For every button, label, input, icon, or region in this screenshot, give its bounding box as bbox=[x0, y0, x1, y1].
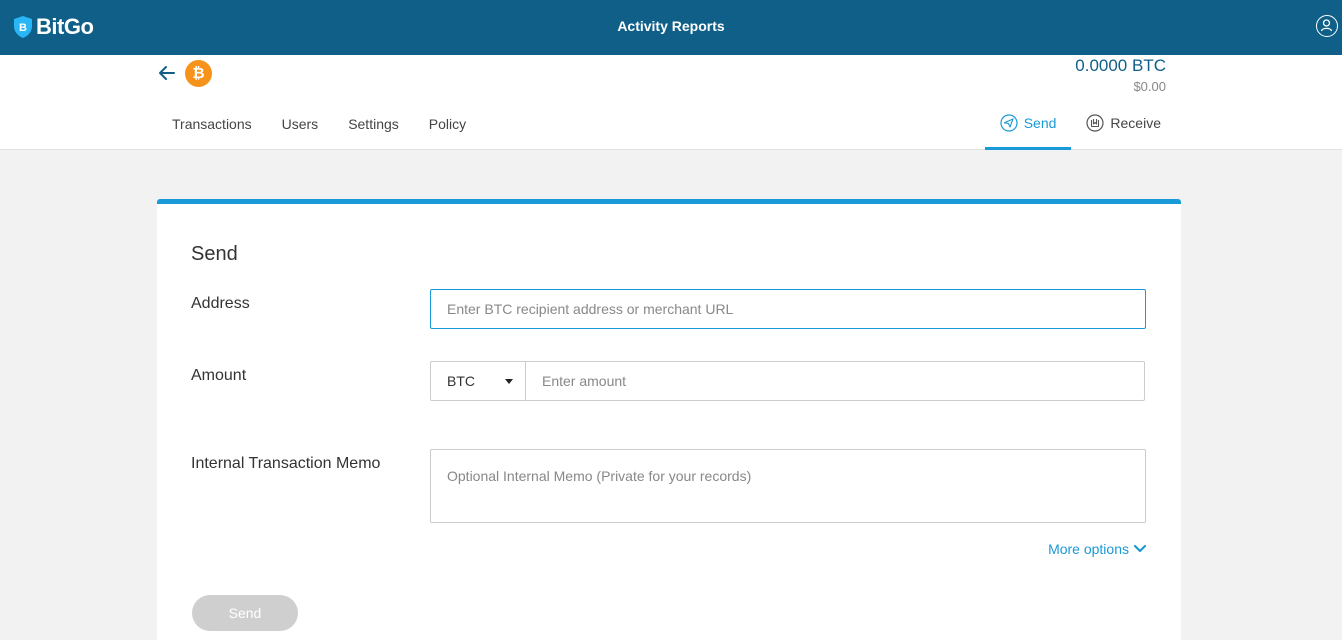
user-account-button[interactable] bbox=[1316, 15, 1338, 37]
wallet-header: ₿ 0.0000 BTC $0.00 Transactions Users Se… bbox=[0, 55, 1342, 150]
tab-users[interactable]: Users bbox=[267, 116, 334, 132]
send-tab-label: Send bbox=[1023, 115, 1057, 131]
tab-settings[interactable]: Settings bbox=[333, 116, 414, 132]
tab-transactions[interactable]: Transactions bbox=[157, 116, 267, 132]
user-icon bbox=[1320, 19, 1333, 32]
wallet-balance-usd: $0.00 bbox=[1133, 79, 1166, 94]
receive-icon bbox=[1086, 114, 1105, 132]
send-button[interactable]: Send bbox=[192, 595, 298, 631]
more-options-link[interactable]: More options bbox=[1048, 541, 1147, 557]
bitcoin-icon: ₿ bbox=[185, 60, 212, 87]
chevron-down-icon bbox=[1133, 544, 1147, 553]
amount-input[interactable] bbox=[525, 361, 1145, 401]
tab-policy[interactable]: Policy bbox=[414, 116, 481, 132]
wallet-nav: Transactions Users Settings Policy bbox=[157, 116, 481, 132]
receive-tab[interactable]: Receive bbox=[1071, 111, 1176, 150]
wallet-balance: 0.0000 BTC bbox=[1075, 56, 1166, 75]
send-form-title: Send bbox=[191, 243, 238, 265]
arrow-left-icon bbox=[159, 66, 175, 80]
receive-tab-label: Receive bbox=[1110, 115, 1161, 131]
caret-down-icon bbox=[505, 379, 513, 384]
back-button[interactable] bbox=[157, 64, 177, 82]
top-bar: B BitGo Activity Reports bbox=[0, 0, 1342, 55]
amount-label: Amount bbox=[191, 367, 247, 384]
memo-input[interactable] bbox=[430, 449, 1146, 523]
send-form-card: Send Address Amount BTC Internal Transac… bbox=[157, 199, 1181, 640]
send-icon bbox=[1000, 114, 1018, 132]
wallet-actions: Send Receive bbox=[984, 111, 1176, 150]
page-title: Activity Reports bbox=[617, 18, 725, 34]
memo-label: Internal Transaction Memo bbox=[191, 455, 381, 472]
currency-select[interactable]: BTC bbox=[430, 361, 526, 401]
more-options-label: More options bbox=[1048, 541, 1129, 557]
address-input[interactable] bbox=[430, 289, 1146, 329]
currency-select-value: BTC bbox=[447, 373, 475, 389]
send-tab[interactable]: Send bbox=[984, 111, 1072, 150]
address-label: Address bbox=[191, 295, 250, 312]
